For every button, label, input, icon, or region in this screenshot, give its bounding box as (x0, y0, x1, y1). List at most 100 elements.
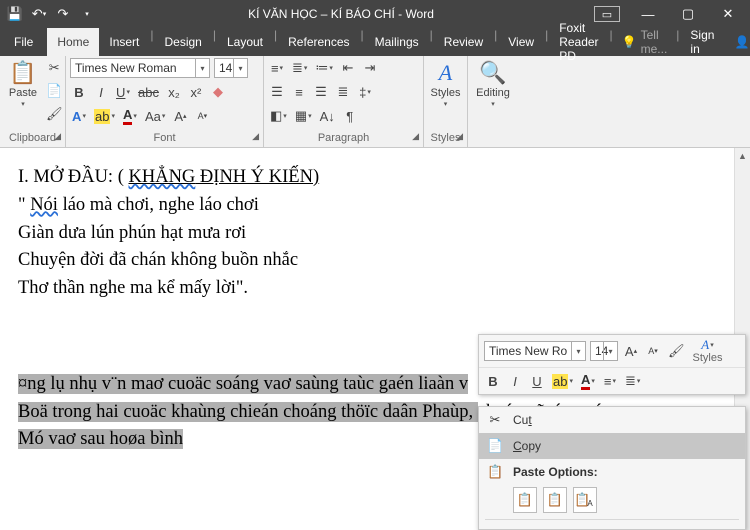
doc-line-4: Chuyện đời đã chán không buồn nhắc (18, 247, 716, 275)
line-spacing-button[interactable]: ‡▾ (356, 82, 374, 102)
paste-keep-source-button[interactable]: 📋 (513, 487, 537, 513)
ctx-cut[interactable]: ✂ Cut (479, 407, 745, 433)
tab-mailings[interactable]: Mailings (365, 28, 429, 56)
tab-review[interactable]: Review (434, 28, 493, 56)
tab-view[interactable]: View (498, 28, 544, 56)
sign-in-link[interactable]: Sign in (680, 28, 724, 56)
bullets-button[interactable]: ≡▾ (268, 58, 286, 78)
sort-button[interactable]: A↓ (318, 106, 337, 126)
shading-button[interactable]: ◧▾ (268, 106, 289, 126)
bold-button[interactable]: B (70, 82, 88, 102)
align-center-button[interactable]: ≡ (290, 82, 308, 102)
maximize-button[interactable]: ▢ (670, 0, 706, 28)
styles-launcher[interactable]: ◢ (456, 128, 463, 145)
ribbon: 📋 Paste ▾ ✂ 📄 🖌 Clipboard◢ Times New Rom… (0, 56, 750, 148)
undo-icon[interactable]: ↶▾ (32, 7, 46, 21)
tab-home[interactable]: Home (47, 28, 99, 56)
chevron-down-icon[interactable]: ▾ (233, 59, 247, 77)
save-icon[interactable]: 💾 (8, 7, 22, 21)
superscript-button[interactable]: x² (187, 82, 205, 102)
tab-insert[interactable]: Insert (99, 28, 149, 56)
borders-button[interactable]: ▦▾ (293, 106, 314, 126)
paste-button[interactable]: 📋 Paste ▾ (4, 58, 42, 110)
font-name-combo[interactable]: Times New Roman ▾ (70, 58, 210, 78)
qat-customize-icon[interactable]: ▾ (80, 7, 94, 21)
scroll-up-icon[interactable]: ▲ (735, 148, 750, 164)
share-button[interactable]: 👤 Share (724, 28, 750, 56)
paste-text-only-button[interactable]: 📋A (573, 487, 597, 513)
increase-indent-button[interactable]: ⇥ (361, 58, 379, 78)
shrink-font-button[interactable]: A▾ (193, 106, 211, 126)
strikethrough-button[interactable]: abc (136, 82, 161, 102)
mini-format-painter-button[interactable]: 🖌 (666, 341, 687, 361)
mini-grow-font-button[interactable]: A▴ (622, 341, 640, 361)
lightbulb-icon: 💡 (622, 35, 637, 49)
mini-bullets-button[interactable]: ≡▾ (601, 371, 619, 391)
font-name-value: Times New Roman (75, 61, 177, 75)
tab-foxit[interactable]: Foxit Reader PD (549, 28, 608, 56)
mini-underline-button[interactable]: U (528, 371, 546, 391)
ribbon-display-options-icon[interactable]: ▭ (594, 6, 620, 22)
numbering-button[interactable]: ≣▾ (290, 58, 309, 78)
mini-highlight-button[interactable]: ab▾ (550, 371, 575, 391)
change-case-button[interactable]: Aa▾ (143, 106, 167, 126)
grow-font-button[interactable]: A▴ (171, 106, 189, 126)
justify-button[interactable]: ≣ (334, 82, 352, 102)
mini-font-name-value: Times New Ro (489, 344, 567, 358)
show-hide-button[interactable]: ¶ (341, 106, 359, 126)
mini-bold-button[interactable]: B (484, 371, 502, 391)
font-launcher[interactable]: ◢ (252, 128, 259, 145)
clipboard-launcher[interactable]: ◢ (54, 128, 61, 145)
mini-styles-button[interactable]: A▾ (691, 338, 725, 352)
ctx-copy[interactable]: 📄 Copy (479, 433, 745, 459)
ctx-paste-options: 📋 📋 📋A (479, 485, 745, 517)
window-title: KÍ VĂN HỌC – KÍ BÁO CHÍ - Word (94, 7, 588, 21)
tab-references[interactable]: References (278, 28, 359, 56)
tab-file[interactable]: File (0, 28, 47, 56)
tab-layout[interactable]: Layout (217, 28, 273, 56)
highlight-button[interactable]: ab▾ (92, 106, 117, 126)
underline-button[interactable]: U▾ (114, 82, 132, 102)
mini-numbering-button[interactable]: ≣▾ (623, 371, 642, 391)
paragraph-launcher[interactable]: ◢ (412, 128, 419, 145)
paste-merge-button[interactable]: 📋 (543, 487, 567, 513)
minimize-button[interactable]: — (630, 0, 666, 28)
styles-btn-label: Styles (431, 87, 461, 99)
redo-icon[interactable]: ↷ (56, 7, 70, 21)
decrease-indent-button[interactable]: ⇤ (339, 58, 357, 78)
context-menu: ✂ Cut 📄 Copy 📋 Paste Options: 📋 📋 📋A A F… (478, 406, 746, 530)
editing-btn-label: Editing (476, 87, 510, 99)
mini-toolbar: Times New Ro ▾ 14 ▾ A▴ A▾ 🖌 A▾ Styles B … (478, 334, 746, 395)
multilevel-list-button[interactable]: ≔▾ (313, 58, 335, 78)
align-right-button[interactable]: ☰ (312, 82, 330, 102)
mini-font-size-combo[interactable]: 14 ▾ (590, 341, 618, 361)
mini-italic-button[interactable]: I (506, 371, 524, 391)
chevron-down-icon[interactable]: ▾ (195, 59, 209, 77)
ctx-font[interactable]: A Font... (479, 522, 745, 530)
styles-button[interactable]: A Styles ▾ (427, 58, 465, 110)
font-size-combo[interactable]: 14 ▾ (214, 58, 248, 78)
paintbrush-icon: 🖌 (46, 106, 63, 122)
mini-font-name-combo[interactable]: Times New Ro ▾ (484, 341, 586, 361)
font-color-button[interactable]: A▾ (121, 106, 139, 126)
chevron-down-icon[interactable]: ▾ (603, 342, 617, 360)
cut-button[interactable]: ✂ (44, 58, 65, 78)
clear-formatting-button[interactable]: ◆ (209, 82, 227, 102)
editing-button[interactable]: 🔍 Editing ▾ (474, 58, 512, 110)
text-effects-button[interactable]: A▾ (70, 106, 88, 126)
group-paragraph: ≡▾ ≣▾ ≔▾ ⇤ ⇥ ☰ ≡ ☰ ≣ ‡▾ ◧▾ ▦▾ A↓ ¶ (264, 56, 424, 147)
group-font-label: Font (153, 132, 175, 144)
close-button[interactable]: ✕ (710, 0, 746, 28)
chevron-down-icon[interactable]: ▾ (571, 342, 585, 360)
mini-font-color-button[interactable]: A▾ (579, 371, 597, 391)
tell-me-search[interactable]: 💡 Tell me... (614, 28, 676, 56)
copy-button[interactable]: 📄 (44, 81, 65, 101)
ctx-paste-label: Paste Options: (513, 465, 598, 479)
italic-button[interactable]: I (92, 82, 110, 102)
subscript-button[interactable]: x₂ (165, 82, 183, 102)
align-left-button[interactable]: ☰ (268, 82, 286, 102)
format-painter-button[interactable]: 🖌 (44, 104, 65, 124)
clipboard-icon: 📋 (9, 60, 36, 86)
tab-design[interactable]: Design (155, 28, 212, 56)
mini-shrink-font-button[interactable]: A▾ (644, 341, 662, 361)
